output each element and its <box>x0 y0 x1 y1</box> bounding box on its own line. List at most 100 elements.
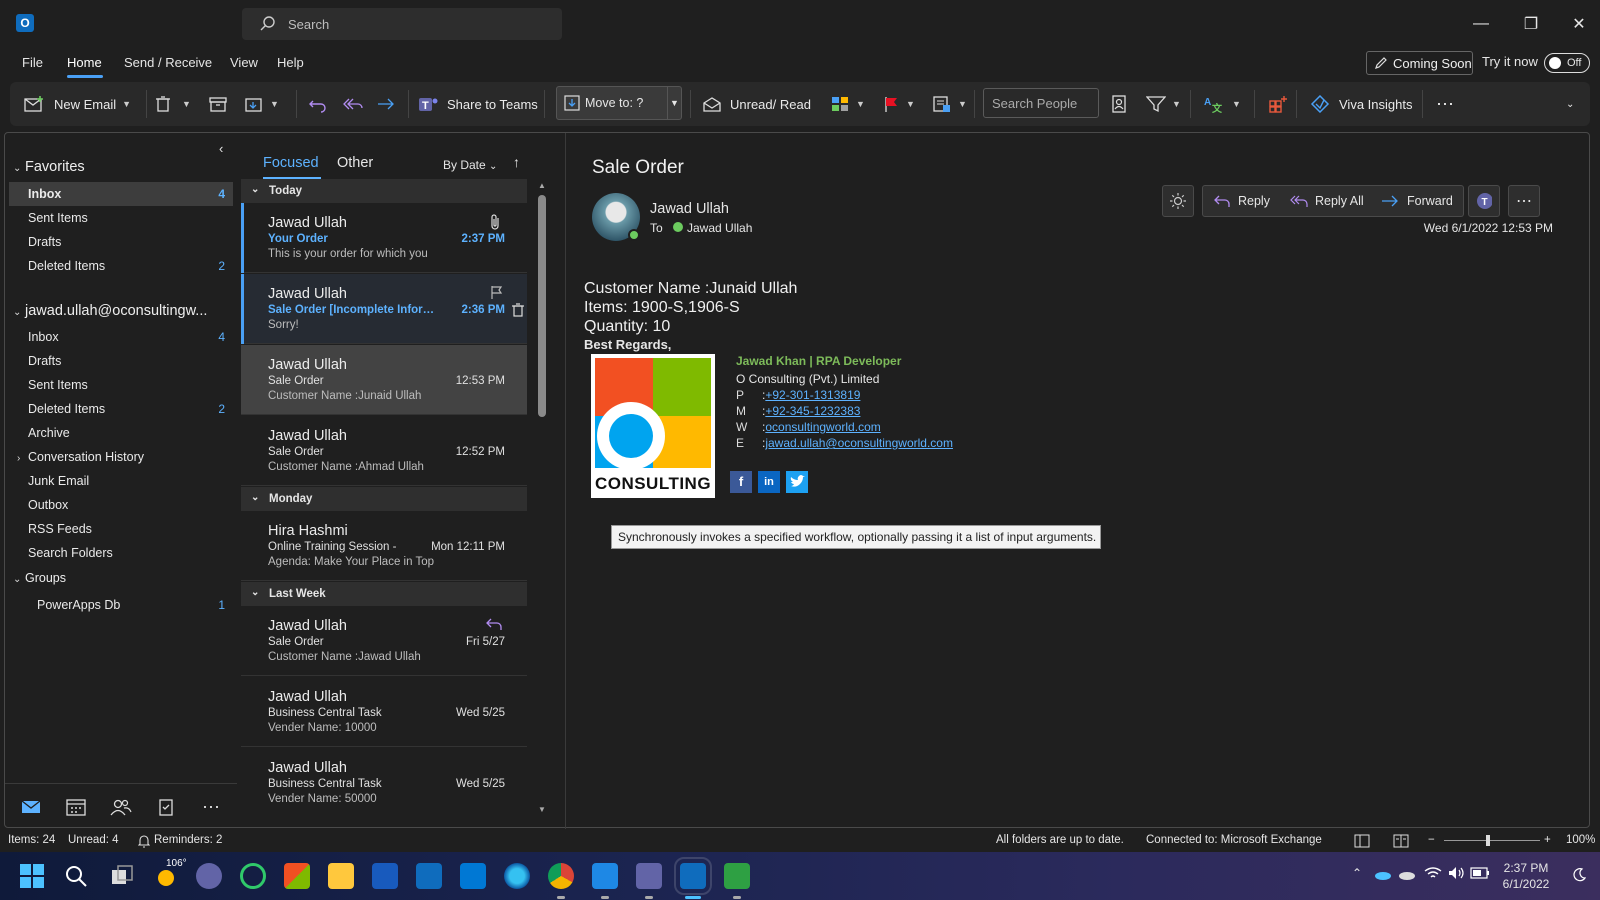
list-item[interactable]: Jawad Ullah Sale Order Customer Name :Ju… <box>241 345 527 415</box>
website-link[interactable]: oconsultingworld.com <box>765 419 880 435</box>
more-modules-icon[interactable]: ⋯ <box>199 796 223 818</box>
edge-icon[interactable] <box>504 863 530 889</box>
viva-insights-button[interactable]: Viva Insights <box>1310 82 1412 126</box>
sort-dropdown[interactable]: By Date ⌄ <box>443 158 497 172</box>
zoom-out-icon[interactable]: − <box>1428 834 1435 846</box>
group-powerapps-db[interactable]: PowerApps Db 1 <box>9 593 233 617</box>
reading-view-icon[interactable] <box>1393 834 1409 848</box>
folder-outbox[interactable]: Outbox <box>9 493 233 517</box>
scroll-up-icon[interactable]: ▲ <box>538 181 546 190</box>
move-button[interactable]: ▼ <box>244 82 279 126</box>
zoom-level[interactable]: 100% <box>1566 834 1595 846</box>
account-header[interactable]: ⌄ jawad.ullah@oconsultingw... <box>13 303 233 319</box>
chevron-down-icon[interactable]: ▼ <box>958 99 967 109</box>
teams-chat-icon[interactable] <box>196 863 222 889</box>
file-explorer-icon[interactable] <box>328 863 354 889</box>
list-item[interactable]: Jawad Ullah Business Central Task Vender… <box>241 677 527 747</box>
email-link[interactable]: jawad.ullah@oconsultingworld.com <box>765 435 953 451</box>
onedrive-icon[interactable] <box>1374 868 1392 880</box>
recipient-name[interactable]: Jawad Ullah <box>687 221 752 235</box>
chevron-down-icon[interactable]: ▼ <box>1232 99 1241 109</box>
minimize-button[interactable]: — <box>1458 10 1504 38</box>
new-outlook-toggle[interactable]: Off <box>1544 53 1590 73</box>
phone-link[interactable]: +92-301-1313819 <box>765 387 860 403</box>
cloud-icon[interactable] <box>1398 868 1416 880</box>
teams-share-button[interactable]: T <box>1468 185 1500 217</box>
scrollbar-thumb[interactable] <box>538 195 546 417</box>
mobile-link[interactable]: +92-345-1232383 <box>765 403 860 419</box>
chevron-down-icon[interactable]: ▼ <box>182 99 191 109</box>
group-header-last-week[interactable]: ⌄ Last Week <box>241 582 527 606</box>
menu-file[interactable]: File <box>22 55 43 70</box>
windows-start-icon[interactable] <box>20 864 44 888</box>
menu-send-receive[interactable]: Send / Receive <box>124 55 212 70</box>
wifi-icon[interactable] <box>1424 866 1442 880</box>
list-item[interactable]: Hira Hashmi Online Training Session - Ag… <box>241 511 527 581</box>
tab-focused[interactable]: Focused <box>263 155 319 171</box>
folder-junk-email[interactable]: Junk Email <box>9 469 233 493</box>
menu-help[interactable]: Help <box>277 55 304 70</box>
undo-button[interactable] <box>308 82 328 126</box>
get-addins-button[interactable] <box>1268 82 1288 126</box>
folder-sent-items[interactable]: Sent Items <box>9 373 233 397</box>
uipath-icon[interactable] <box>724 863 750 889</box>
folder-rss-feeds[interactable]: RSS Feeds <box>9 517 233 541</box>
message-list-scrollbar[interactable]: ▲ ▼ <box>537 181 547 829</box>
list-item[interactable]: Jawad Ullah Business Central Task Vender… <box>241 748 527 818</box>
list-item[interactable]: Jawad Ullah Sale Order [Incomplete Infor… <box>241 274 527 344</box>
weather-widget[interactable]: 106° <box>154 858 187 890</box>
system-clock[interactable]: 2:37 PM 6/1/2022 <box>1496 860 1556 892</box>
folder-drafts[interactable]: Drafts <box>9 349 233 373</box>
facebook-icon[interactable]: f <box>730 471 752 493</box>
folder-conversation-history[interactable]: › Conversation History <box>9 445 233 469</box>
taskbar-search-icon[interactable] <box>64 864 88 888</box>
list-item[interactable]: Jawad Ullah Sale Order Customer Name :Ah… <box>241 416 527 486</box>
folder-archive[interactable]: Archive <box>9 421 233 445</box>
collapse-pane-icon[interactable]: ‹ <box>219 141 223 156</box>
favorite-inbox[interactable]: Inbox 4 <box>9 182 233 206</box>
task-view-icon[interactable] <box>110 864 134 888</box>
more-actions-button[interactable]: ⋯ <box>1508 185 1540 217</box>
notepad-icon[interactable] <box>416 863 442 889</box>
flag-button[interactable]: ▼ <box>882 82 915 126</box>
search-people-input[interactable]: Search People <box>983 88 1099 118</box>
folder-search-folders[interactable]: Search Folders <box>9 541 233 565</box>
volume-icon[interactable] <box>1448 866 1466 880</box>
greenshot-icon[interactable] <box>240 863 266 889</box>
normal-view-icon[interactable] <box>1354 834 1370 848</box>
store-icon[interactable] <box>284 863 310 889</box>
close-button[interactable]: ✕ <box>1556 10 1600 38</box>
twitter-icon[interactable] <box>786 471 808 493</box>
theme-toggle-button[interactable] <box>1162 185 1194 217</box>
reply-all-quick-button[interactable] <box>342 82 364 126</box>
folder-deleted-items[interactable]: Deleted Items 2 <box>9 397 233 421</box>
delete-button[interactable]: ▼ <box>154 82 191 126</box>
forward-quick-button[interactable] <box>376 82 396 126</box>
delete-item-icon[interactable] <box>511 302 525 318</box>
favorite-drafts[interactable]: Drafts <box>9 230 233 254</box>
battery-icon[interactable] <box>1470 867 1490 879</box>
avatar[interactable] <box>592 193 640 241</box>
groups-header[interactable]: ⌄ Groups <box>13 571 66 585</box>
coming-soon-button[interactable]: Coming Soon <box>1366 51 1473 75</box>
tab-other[interactable]: Other <box>337 155 373 171</box>
sender-name[interactable]: Jawad Ullah <box>650 201 729 217</box>
chevron-down-icon[interactable]: ▼ <box>270 99 279 109</box>
chevron-down-icon[interactable]: ▼ <box>906 99 915 109</box>
reply-all-button[interactable]: Reply All <box>1279 185 1375 217</box>
categorize-button[interactable]: ▼ <box>830 82 865 126</box>
chevron-right-icon[interactable]: › <box>17 453 28 464</box>
mail-module-button[interactable] <box>19 796 43 818</box>
show-hidden-icons[interactable]: ⌃ <box>1352 866 1362 880</box>
zoom-in-icon[interactable]: + <box>1544 834 1551 846</box>
scroll-down-icon[interactable]: ▼ <box>538 805 546 814</box>
favorites-header[interactable]: ⌄ Favorites <box>13 159 85 175</box>
zoom-slider[interactable] <box>1444 840 1540 841</box>
group-header-monday[interactable]: ⌄ Monday <box>241 487 527 511</box>
favorite-sent-items[interactable]: Sent Items <box>9 206 233 230</box>
menu-home[interactable]: Home <box>67 55 102 70</box>
share-to-teams-button[interactable]: T Share to Teams <box>418 82 538 126</box>
outlook-taskbar-icon[interactable] <box>674 857 712 895</box>
forward-button[interactable]: Forward <box>1371 185 1464 217</box>
address-book-button[interactable] <box>1110 82 1128 126</box>
